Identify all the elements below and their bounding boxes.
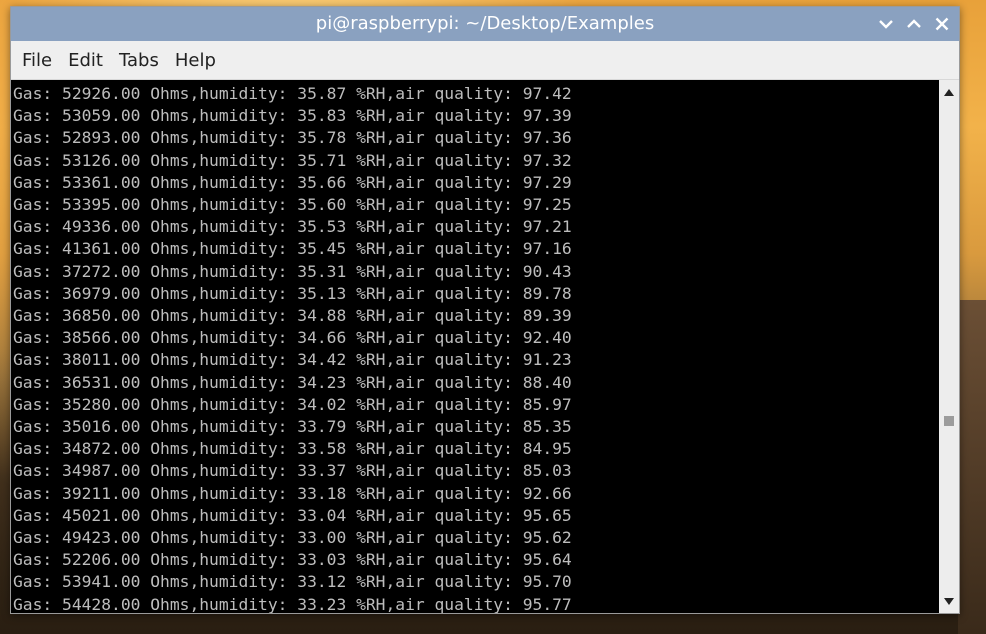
vertical-scrollbar[interactable]	[939, 80, 959, 613]
terminal-line: Gas: 52926.00 Ohms,humidity: 35.87 %RH,a…	[13, 84, 572, 103]
terminal-line: Gas: 53941.00 Ohms,humidity: 33.12 %RH,a…	[13, 572, 572, 592]
terminal-line: Gas: 45021.00 Ohms,humidity: 33.04 %RH,a…	[13, 505, 572, 525]
window-title: pi@raspberrypi: ~/Desktop/Examples	[315, 13, 655, 34]
terminal-line: Gas: 52206.00 Ohms,humidity: 33.03 %RH,a…	[13, 550, 572, 570]
terminal-line: Gas: 34987.00 Ohms,humidity: 33.37 %RH,a…	[13, 461, 572, 481]
terminal-line: Gas: 35280.00 Ohms,humidity: 34.02 %RH,a…	[13, 394, 572, 414]
close-icon[interactable]	[935, 17, 949, 31]
terminal-line: Gas: 35016.00 Ohms,humidity: 33.79 %RH,a…	[13, 417, 572, 437]
menu-file[interactable]: File	[19, 48, 55, 73]
menu-help[interactable]: Help	[172, 48, 219, 73]
terminal-line: Gas: 54428.00 Ohms,humidity: 33.23 %RH,a…	[13, 594, 572, 613]
window-titlebar[interactable]: pi@raspberrypi: ~/Desktop/Examples	[11, 7, 959, 41]
terminal-line: Gas: 52893.00 Ohms,humidity: 35.78 %RH,a…	[13, 128, 572, 148]
terminal-lines: Gas: 52926.00 Ohms,humidity: 35.87 %RH,a…	[11, 80, 939, 613]
window-controls	[879, 7, 949, 41]
terminal-line: Gas: 53126.00 Ohms,humidity: 35.71 %RH,a…	[13, 150, 572, 170]
scrollbar-thumb[interactable]	[944, 416, 954, 426]
terminal-line: Gas: 34872.00 Ohms,humidity: 33.58 %RH,a…	[13, 439, 572, 459]
terminal-line: Gas: 38566.00 Ohms,humidity: 34.66 %RH,a…	[13, 328, 572, 348]
wallpaper-temple-silhouette	[958, 300, 986, 634]
terminal-line: Gas: 37272.00 Ohms,humidity: 35.31 %RH,a…	[13, 261, 572, 281]
menu-edit[interactable]: Edit	[65, 48, 106, 73]
menu-tabs[interactable]: Tabs	[116, 48, 162, 73]
scroll-down-arrow-icon[interactable]	[939, 593, 959, 609]
terminal-line: Gas: 36531.00 Ohms,humidity: 34.23 %RH,a…	[13, 372, 572, 392]
chevron-down-icon[interactable]	[879, 17, 893, 31]
menu-bar: File Edit Tabs Help	[11, 41, 959, 80]
terminal-line: Gas: 38011.00 Ohms,humidity: 34.42 %RH,a…	[13, 350, 572, 370]
terminal-line: Gas: 36850.00 Ohms,humidity: 34.88 %RH,a…	[13, 306, 572, 326]
terminal-window: pi@raspberrypi: ~/Desktop/Examples File …	[10, 6, 960, 614]
terminal-line: Gas: 53395.00 Ohms,humidity: 35.60 %RH,a…	[13, 195, 572, 215]
terminal-line: Gas: 49423.00 Ohms,humidity: 33.00 %RH,a…	[13, 528, 572, 548]
terminal-line: Gas: 53059.00 Ohms,humidity: 35.83 %RH,a…	[13, 106, 572, 126]
terminal-line: Gas: 53361.00 Ohms,humidity: 35.66 %RH,a…	[13, 172, 572, 192]
terminal-line: Gas: 36979.00 Ohms,humidity: 35.13 %RH,a…	[13, 283, 572, 303]
terminal-line: Gas: 39211.00 Ohms,humidity: 33.18 %RH,a…	[13, 483, 572, 503]
terminal-line: Gas: 41361.00 Ohms,humidity: 35.45 %RH,a…	[13, 239, 572, 259]
terminal-line: Gas: 49336.00 Ohms,humidity: 35.53 %RH,a…	[13, 217, 572, 237]
terminal-output[interactable]: Gas: 52926.00 Ohms,humidity: 35.87 %RH,a…	[11, 80, 939, 613]
chevron-up-icon[interactable]	[907, 17, 921, 31]
scroll-up-arrow-icon[interactable]	[939, 84, 959, 100]
